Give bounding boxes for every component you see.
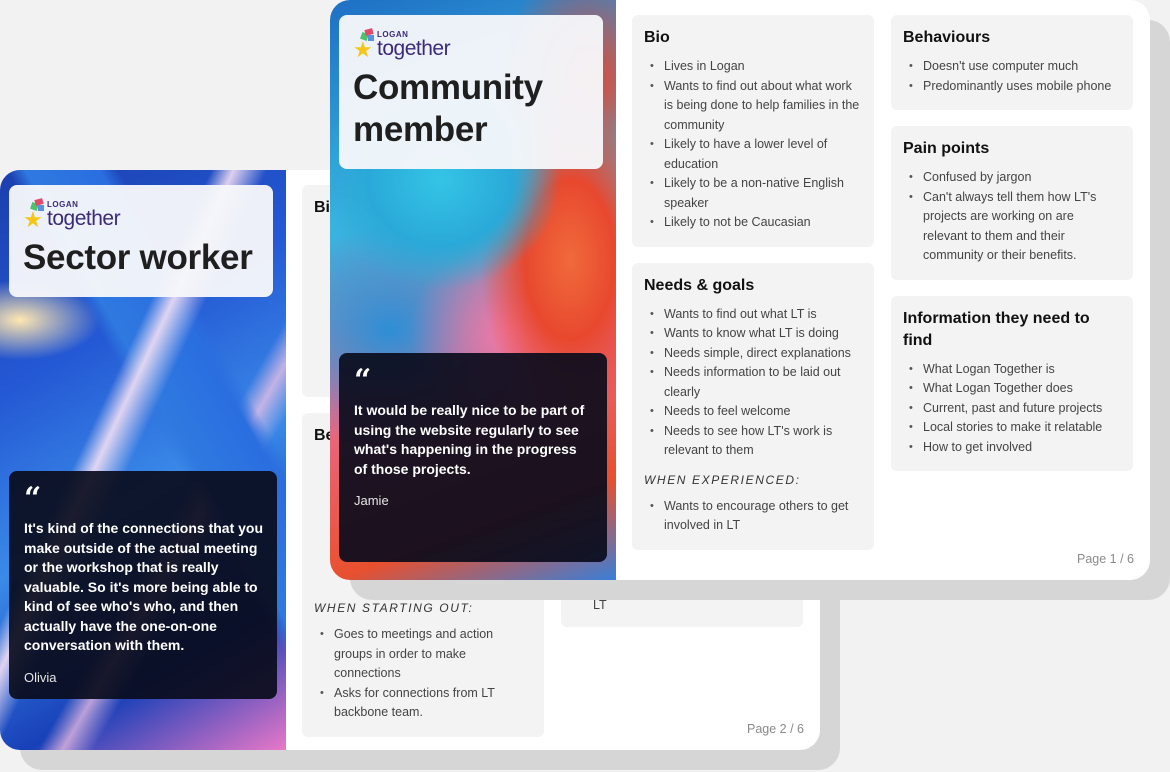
persona-title: Community member	[353, 67, 589, 151]
quote-author: Jamie	[354, 493, 389, 508]
pain-points-box: Pain points Confused by jargon Can't alw…	[891, 126, 1133, 280]
logo-big-text: together	[377, 37, 451, 60]
list-item: Goes to meetings and action groups in or…	[314, 625, 532, 684]
sector-hero-image: ★ LOGAN together Sector worker “ It's ki…	[0, 170, 286, 750]
community-right-column: Behaviours Doesn't use computer much Pre…	[891, 15, 1133, 487]
sector-title-card: ★ LOGAN together Sector worker	[9, 185, 273, 297]
list-item: What Logan Together does	[903, 379, 1121, 399]
section-heading: Needs & goals	[644, 276, 755, 294]
list-item: Current, past and future projects	[903, 399, 1121, 419]
page-number: Page 1 / 6	[1077, 552, 1134, 566]
logan-together-logo: ★ LOGAN together	[23, 195, 259, 231]
list-item: What Logan Together is	[903, 360, 1121, 380]
list-item: Needs simple, direct explanations	[644, 344, 862, 364]
list-item: Likely to be a non-native English speake…	[644, 174, 862, 213]
section-heading: Pain points	[903, 140, 990, 157]
quote-text: It's kind of the connections that you ma…	[24, 520, 264, 653]
logo-star-icon: ★	[23, 198, 45, 231]
list-item: Wants to encourage others to get involve…	[644, 497, 862, 536]
page-number: Page 2 / 6	[747, 722, 804, 736]
section-subhead: WHEN STARTING OUT:	[314, 601, 474, 615]
list-item: Needs information to be laid out clearly	[644, 363, 862, 402]
persona-page-community-member[interactable]: ★ LOGAN together Community member “ It w…	[330, 0, 1150, 580]
list-item: Likely to have a lower level of educatio…	[644, 135, 862, 174]
quote-icon: “	[24, 481, 42, 516]
list-item: Local stories to make it relatable	[903, 418, 1121, 438]
info-needed-box: Information they need to find What Logan…	[891, 295, 1133, 471]
list-item: Wants to find out what LT is	[644, 305, 862, 325]
list-item: Asks for connections from LT backbone te…	[314, 684, 532, 723]
community-hero-image: ★ LOGAN together Community member “ It w…	[330, 0, 616, 580]
community-left-column: Bio Lives in Logan Wants to find out abo…	[632, 15, 874, 566]
list-item: Wants to know what LT is doing	[644, 324, 862, 344]
section-subhead: WHEN EXPERIENCED:	[644, 472, 801, 487]
section-heading: Bio	[644, 29, 670, 46]
list-item: Needs to see how LT's work is relevant t…	[644, 422, 862, 461]
behaviours-box: Behaviours Doesn't use computer much Pre…	[891, 15, 1133, 110]
needs-goals-box: Needs & goals Wants to find out what LT …	[632, 262, 874, 550]
logan-together-logo: ★ LOGAN together	[353, 25, 589, 61]
persona-title-line-1: Community	[353, 68, 543, 107]
quote-text: It would be really nice to be part of us…	[354, 402, 585, 477]
list-item: Predominantly uses mobile phone	[903, 77, 1121, 97]
list-item: Can't always tell them how LT's projects…	[903, 188, 1121, 266]
persona-title: Sector worker	[23, 238, 253, 277]
list-item: Doesn't use computer much	[903, 57, 1121, 77]
persona-title-line-2: member	[353, 110, 488, 149]
list-item: How to get involved	[903, 438, 1121, 458]
list-item: Likely to not be Caucasian	[644, 213, 862, 233]
list-item: Needs to feel welcome	[644, 402, 862, 422]
bio-box: Bio Lives in Logan Wants to find out abo…	[632, 15, 874, 247]
list-item: Confused by jargon	[903, 168, 1121, 188]
section-heading: Behaviours	[903, 29, 991, 46]
quote-author: Olivia	[24, 669, 57, 685]
list-item: Wants to find out about what work is bei…	[644, 77, 862, 136]
section-heading: Information they need to find	[903, 309, 1090, 349]
community-title-card: ★ LOGAN together Community member	[339, 15, 603, 169]
list-item: Lives in Logan	[644, 57, 862, 77]
community-quote-card: “ It would be really nice to be part of …	[339, 353, 607, 562]
quote-icon: “	[354, 363, 372, 398]
logo-big-text: together	[47, 207, 121, 230]
logo-star-icon: ★	[353, 28, 375, 61]
sector-quote-card: “ It's kind of the connections that you …	[9, 471, 277, 699]
